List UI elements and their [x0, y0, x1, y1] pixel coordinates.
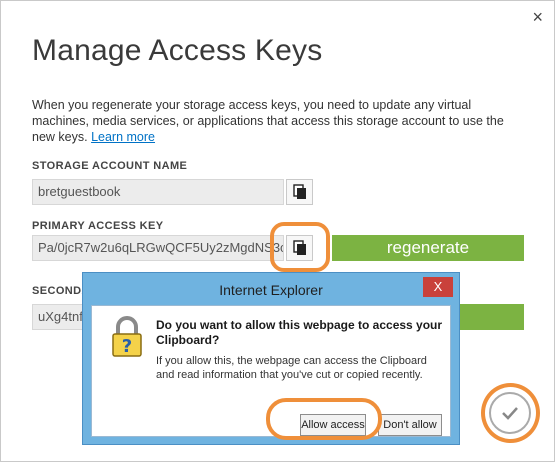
svg-text:?: ? — [122, 336, 132, 357]
security-lock-icon: ? — [112, 316, 142, 357]
copy-storage-name-button[interactable] — [286, 179, 313, 205]
ie-dialog-body: ? Do you want to allow this webpage to a… — [91, 305, 451, 437]
close-icon[interactable]: × — [532, 8, 543, 26]
learn-more-link[interactable]: Learn more — [91, 130, 155, 144]
primary-key-label: PRIMARY ACCESS KEY — [32, 220, 164, 232]
regenerate-primary-button[interactable]: regenerate — [332, 235, 524, 261]
confirm-button[interactable] — [489, 392, 531, 434]
allow-access-button[interactable]: Allow access — [300, 414, 366, 436]
ie-dialog-title: Internet Explorer — [219, 282, 323, 298]
storage-account-field[interactable]: bretguestbook — [32, 179, 284, 205]
regenerate-secondary-button[interactable] — [460, 304, 524, 330]
checkmark-icon — [502, 407, 518, 420]
page-title: Manage Access Keys — [32, 34, 323, 67]
ie-question-text: Do you want to allow this webpage to acc… — [156, 318, 443, 347]
storage-account-label: STORAGE ACCOUNT NAME — [32, 160, 188, 172]
ie-clipboard-dialog: Internet Explorer X ? Do you want to all… — [82, 272, 460, 445]
ie-close-button[interactable]: X — [423, 277, 453, 297]
dont-allow-button[interactable]: Don't allow — [378, 414, 442, 436]
ie-info-text: If you allow this, the webpage can acces… — [156, 355, 427, 381]
primary-key-field[interactable]: Pa/0jcR7w2u6qLRGwQCF5Uy2zMgdNS3c — [32, 235, 284, 261]
copy-icon — [292, 184, 306, 199]
copy-icon — [292, 240, 306, 255]
copy-primary-key-button[interactable] — [286, 235, 313, 261]
description: When you regenerate your storage access … — [32, 97, 522, 145]
